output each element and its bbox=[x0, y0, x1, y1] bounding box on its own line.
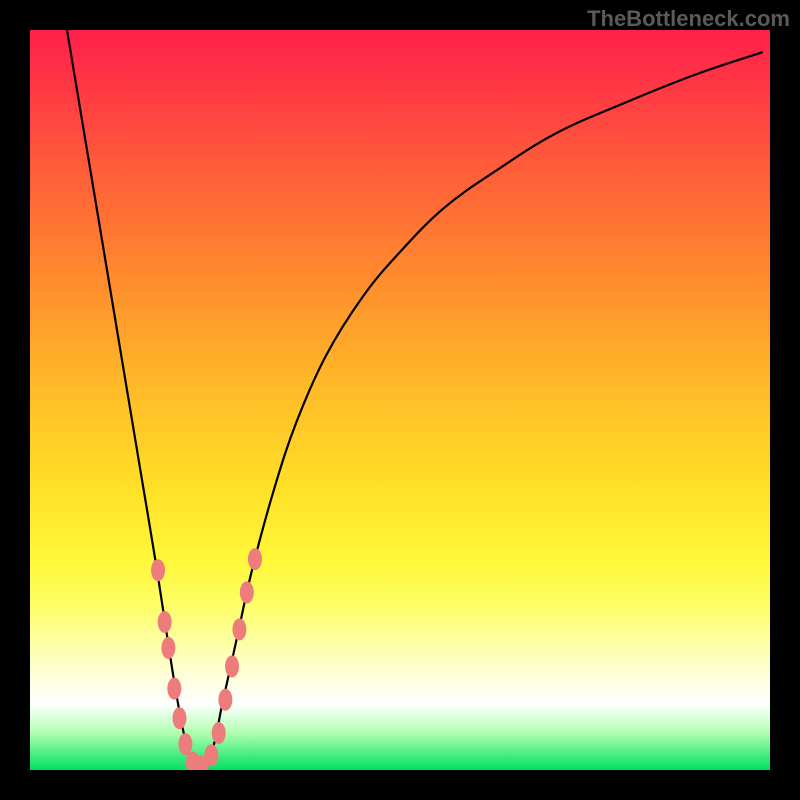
chart-svg bbox=[30, 30, 770, 770]
data-marker bbox=[172, 707, 186, 729]
data-marker bbox=[240, 581, 254, 603]
data-marker bbox=[232, 618, 246, 640]
data-marker bbox=[178, 733, 192, 755]
data-marker bbox=[167, 678, 181, 700]
data-marker bbox=[151, 559, 165, 581]
data-marker bbox=[248, 548, 262, 570]
plot-area bbox=[30, 30, 770, 770]
data-marker bbox=[212, 722, 226, 744]
data-markers bbox=[151, 548, 262, 770]
data-marker bbox=[204, 744, 218, 766]
data-marker bbox=[161, 637, 175, 659]
chart-frame: TheBottleneck.com bbox=[0, 0, 800, 800]
watermark-text: TheBottleneck.com bbox=[587, 6, 790, 32]
data-marker bbox=[218, 689, 232, 711]
data-marker bbox=[158, 611, 172, 633]
bottleneck-curve bbox=[67, 30, 763, 770]
data-marker bbox=[225, 655, 239, 677]
